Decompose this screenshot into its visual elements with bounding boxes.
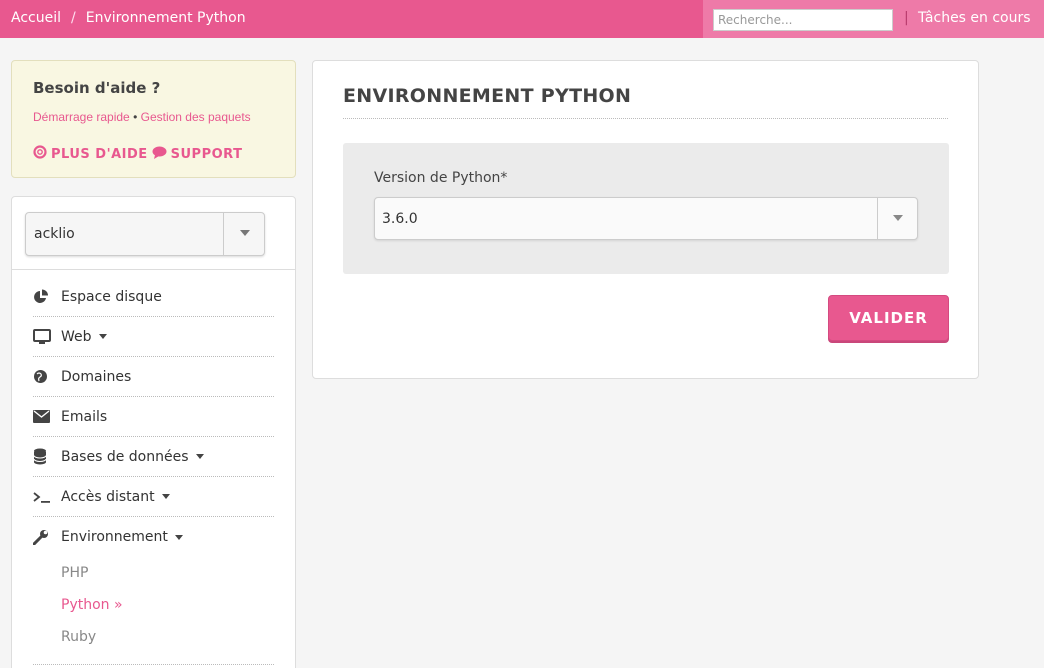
sidebar: acklio Espace disque Web Domaines Emails… <box>11 196 296 668</box>
breadcrumb: Accueil / Environnement Python <box>11 10 246 26</box>
sidebar-item-label: Web <box>61 328 92 345</box>
sidebar-item-label: Domaines <box>61 368 132 385</box>
sidebar-menu: Espace disque Web Domaines Emails Bases … <box>33 277 274 665</box>
quickstart-link[interactable]: Démarrage rapide <box>33 110 130 124</box>
wrench-icon <box>33 529 61 545</box>
terminal-icon <box>33 490 61 504</box>
help-actions: PLUS D'AIDE SUPPORT <box>33 145 242 163</box>
python-version-select[interactable]: 3.6.0 <box>374 197 918 240</box>
sidebar-divider <box>12 269 295 270</box>
sidebar-item-label: Environnement <box>61 529 168 545</box>
sidebar-item-domains[interactable]: Domaines <box>33 357 274 397</box>
pie-chart-icon <box>33 289 61 305</box>
caret-down-icon <box>240 230 250 236</box>
sidebar-item-databases[interactable]: Bases de données <box>33 437 274 477</box>
caret-down-icon <box>195 454 204 459</box>
breadcrumb-current: Environnement Python <box>85 10 246 26</box>
account-select-value: acklio <box>34 226 75 242</box>
sidebar-item-label: Accès distant <box>61 488 155 505</box>
search-input[interactable] <box>713 9 893 31</box>
help-box: Besoin d'aide ? Démarrage rapide • Gesti… <box>11 60 296 178</box>
help-bullet: • <box>133 110 138 124</box>
breadcrumb-home[interactable]: Accueil <box>11 10 61 26</box>
sidebar-item-label: Espace disque <box>61 288 162 305</box>
sidebar-item-emails[interactable]: Emails <box>33 397 274 437</box>
main-card: ENVIRONNEMENT PYTHON Version de Python* … <box>312 60 979 379</box>
title-divider <box>343 118 948 119</box>
form-panel: Version de Python* 3.6.0 <box>343 143 949 274</box>
environment-submenu: PHP Python » Ruby <box>33 557 274 653</box>
caret-down-icon <box>893 215 903 221</box>
sidebar-item-label: Bases de données <box>61 448 189 465</box>
caret-down-icon <box>174 534 183 540</box>
help-title: Besoin d'aide ? <box>33 79 161 97</box>
top-right-area: | Tâches en cours <box>703 0 1044 38</box>
account-select[interactable]: acklio <box>25 212 265 256</box>
python-version-value: 3.6.0 <box>382 211 418 227</box>
sidebar-item-remote[interactable]: Accès distant <box>33 477 274 517</box>
globe-icon <box>33 369 61 384</box>
select-divider <box>877 198 878 239</box>
help-links: Démarrage rapide • Gestion des paquets <box>33 110 251 124</box>
monitor-icon <box>33 328 61 345</box>
select-divider <box>223 213 224 255</box>
submenu-item-python[interactable]: Python » <box>61 589 274 621</box>
submit-button[interactable]: VALIDER <box>828 295 949 341</box>
submenu-item-ruby[interactable]: Ruby <box>61 621 274 653</box>
page-title: ENVIRONNEMENT PYTHON <box>343 85 632 107</box>
sidebar-item-environment[interactable]: Environnement <box>33 517 274 557</box>
top-bar: Accueil / Environnement Python | Tâches … <box>0 0 1044 38</box>
sidebar-item-disk[interactable]: Espace disque <box>33 277 274 317</box>
more-help-link[interactable]: PLUS D'AIDE <box>51 147 148 162</box>
envelope-icon <box>33 410 61 423</box>
packages-link[interactable]: Gestion des paquets <box>141 110 251 124</box>
database-icon <box>33 448 61 465</box>
submenu-divider <box>33 653 274 665</box>
sidebar-item-label: Emails <box>61 408 108 425</box>
submenu-item-php[interactable]: PHP <box>61 557 274 589</box>
breadcrumb-separator: / <box>71 10 76 26</box>
caret-down-icon <box>98 334 107 339</box>
topbar-divider: | <box>904 10 909 26</box>
caret-down-icon <box>161 494 170 499</box>
lifebuoy-icon <box>33 145 47 163</box>
chat-bubble-icon <box>152 146 167 163</box>
python-version-label: Version de Python* <box>374 170 508 186</box>
support-link[interactable]: SUPPORT <box>171 147 243 162</box>
sidebar-item-web[interactable]: Web <box>33 317 274 357</box>
tasks-link[interactable]: Tâches en cours <box>918 10 1031 26</box>
